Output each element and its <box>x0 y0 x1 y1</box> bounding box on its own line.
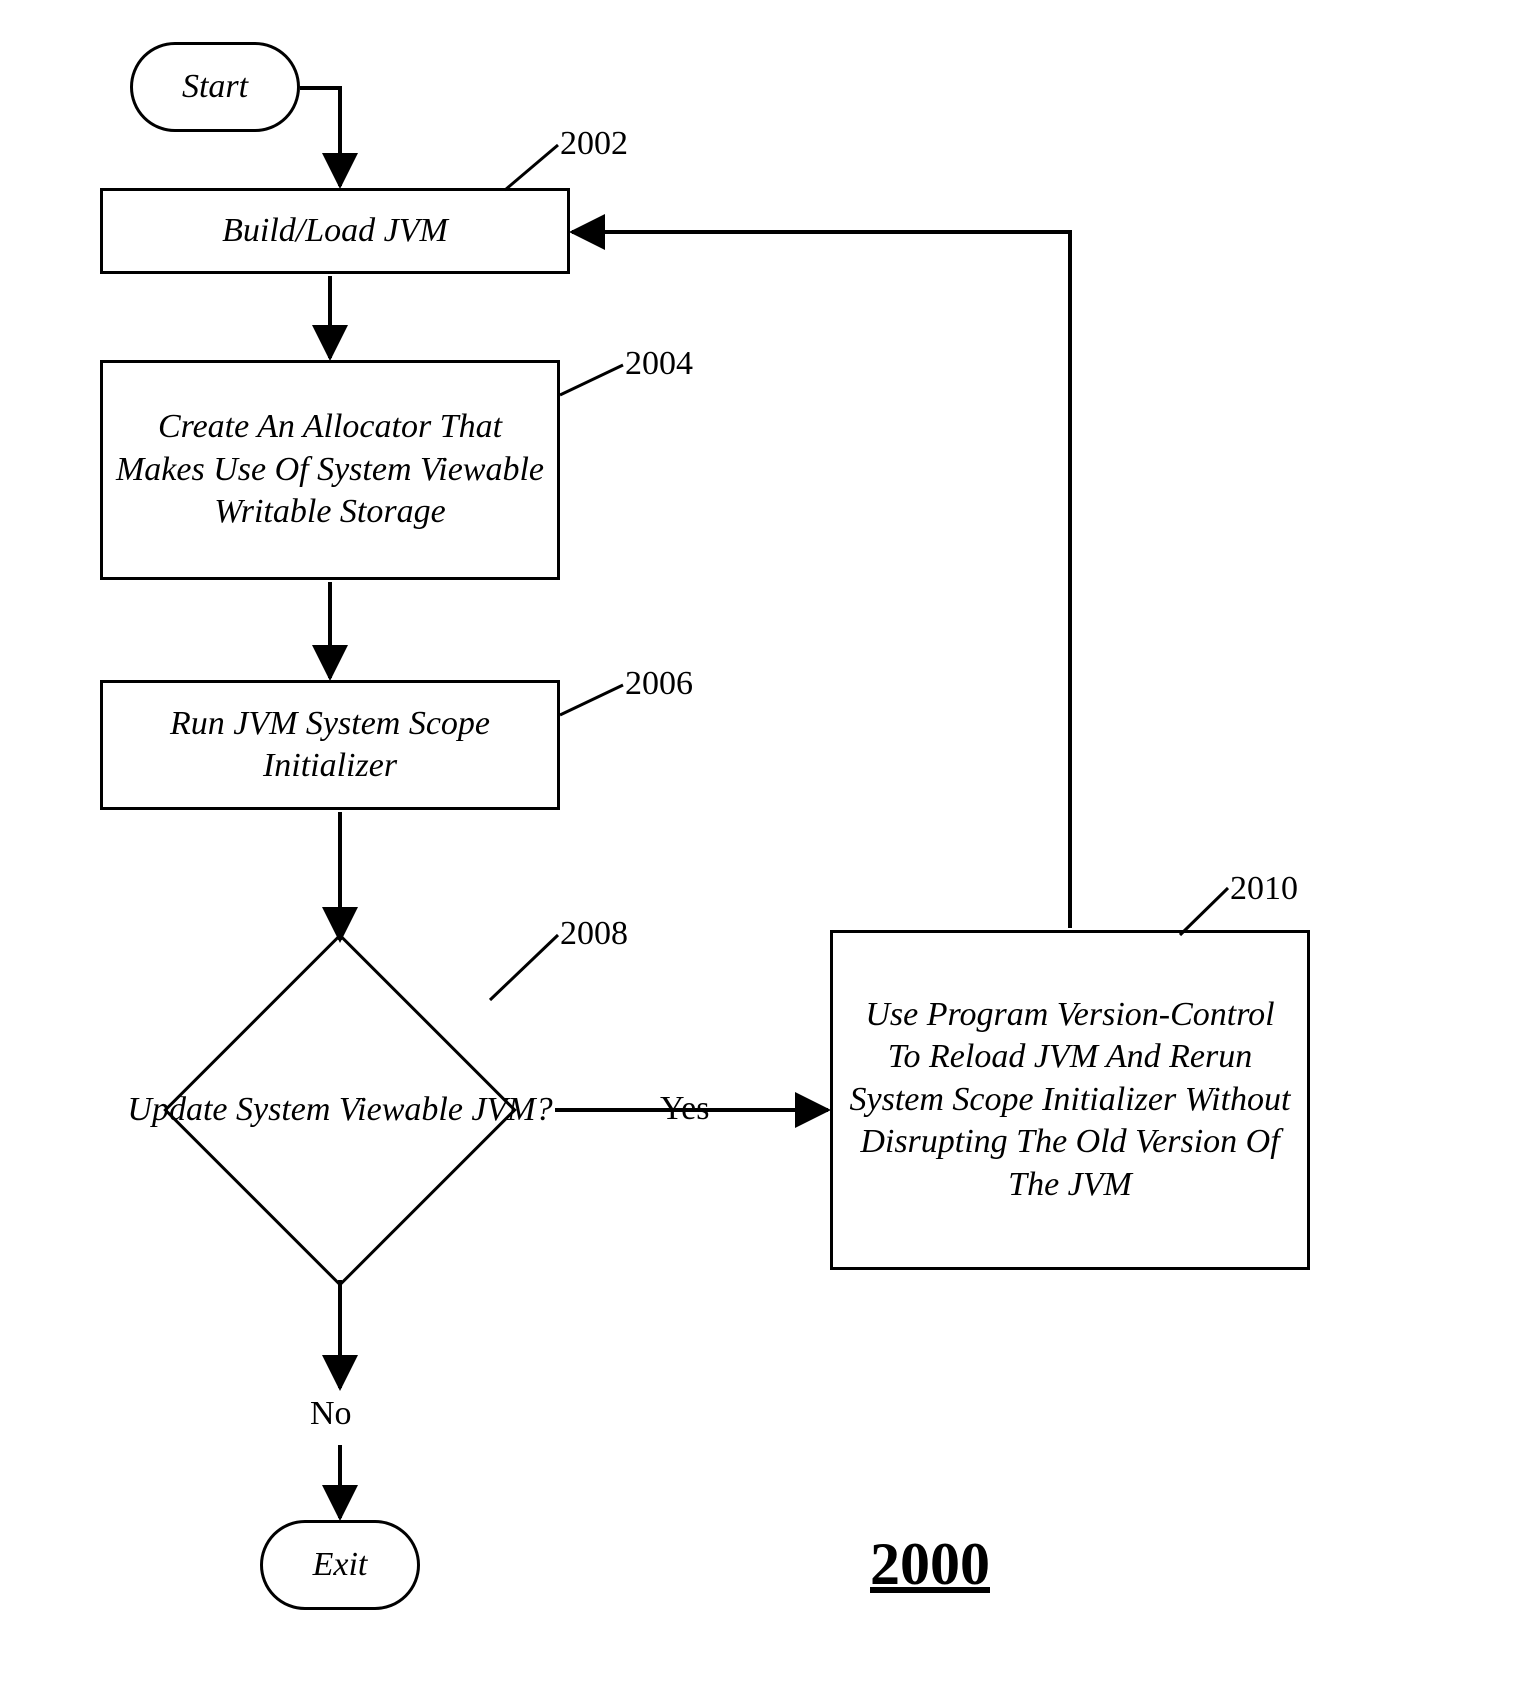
leader-2002 <box>505 145 558 190</box>
callout-2008: 2008 <box>560 915 628 953</box>
callout-2002: 2002 <box>560 125 628 163</box>
process-create-allocator: Create An Allocator That Makes Use Of Sy… <box>100 360 560 580</box>
decision-update-jvm: Update System Viewable JVM? <box>120 940 560 1280</box>
decision-update-jvm-label: Update System Viewable JVM? <box>127 1089 552 1132</box>
callout-2010: 2010 <box>1230 870 1298 908</box>
edge-start-to-2002 <box>300 88 340 186</box>
decision-update-jvm-label-wrap: Update System Viewable JVM? <box>120 940 560 1280</box>
leader-2004 <box>560 365 623 395</box>
callout-2006: 2006 <box>625 665 693 703</box>
edge-label-no: No <box>310 1395 352 1433</box>
process-create-allocator-label: Create An Allocator That Makes Use Of Sy… <box>115 406 545 534</box>
edge-2010-back-to-2002 <box>572 232 1070 928</box>
terminator-start-label: Start <box>182 66 248 109</box>
process-run-initializer: Run JVM System Scope Initializer <box>100 680 560 810</box>
edge-label-yes: Yes <box>660 1090 709 1128</box>
figure-number: 2000 <box>870 1530 990 1599</box>
process-build-load-jvm-label: Build/Load JVM <box>222 210 448 253</box>
flowchart-canvas: Start Build/Load JVM Create An Allocator… <box>0 0 1526 1700</box>
process-run-initializer-label: Run JVM System Scope Initializer <box>115 703 545 788</box>
callout-2004: 2004 <box>625 345 693 383</box>
process-version-control: Use Program Version-Control To Reload JV… <box>830 930 1310 1270</box>
terminator-start: Start <box>130 42 300 132</box>
leader-2010 <box>1180 888 1228 935</box>
process-version-control-label: Use Program Version-Control To Reload JV… <box>845 994 1295 1207</box>
terminator-exit-label: Exit <box>313 1544 368 1587</box>
leader-2006 <box>560 685 623 715</box>
terminator-exit: Exit <box>260 1520 420 1610</box>
process-build-load-jvm: Build/Load JVM <box>100 188 570 274</box>
